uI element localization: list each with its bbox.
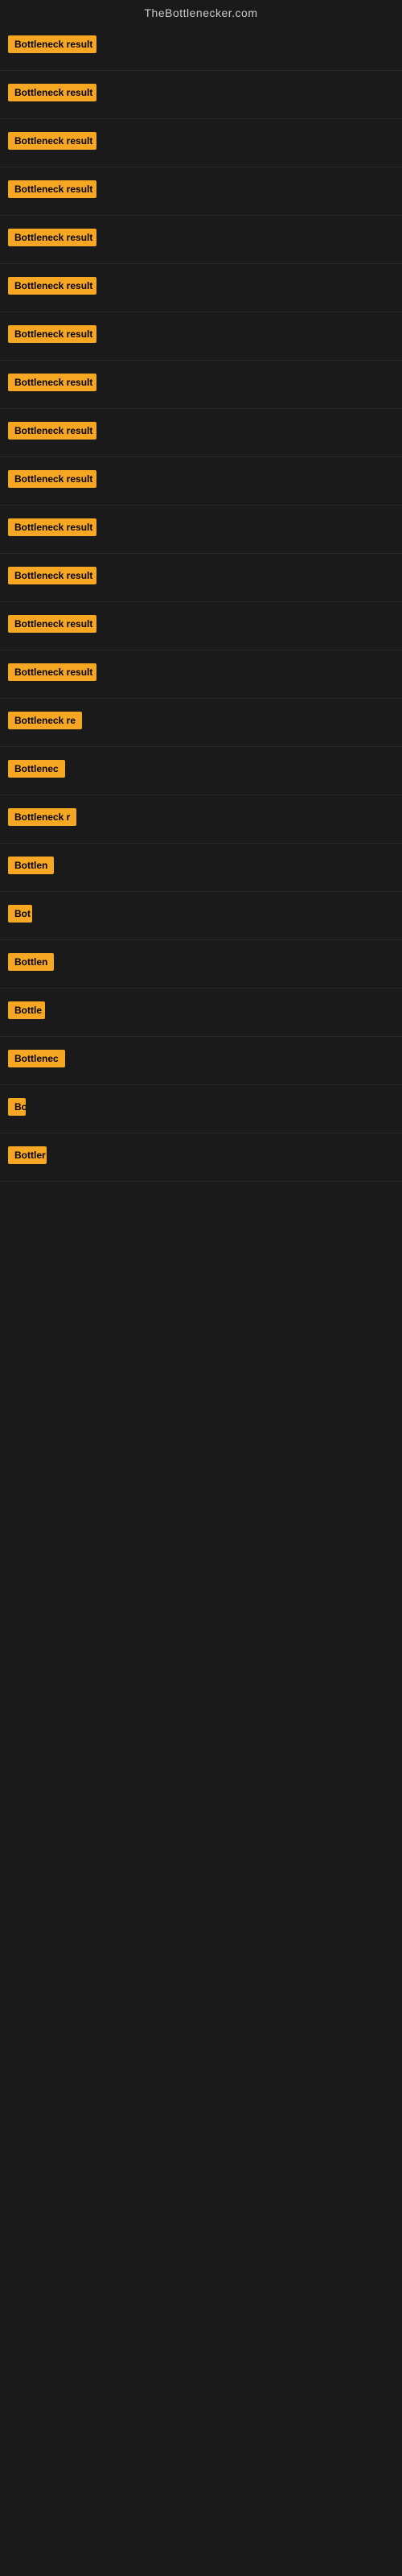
bottleneck-section-10: Bottleneck result <box>0 457 402 506</box>
bottleneck-section-21: Bottle <box>0 989 402 1037</box>
list-item: Bottleneck result <box>5 372 397 397</box>
bottleneck-section-16: Bottlenec <box>0 747 402 795</box>
bottleneck-badge-10[interactable]: Bottleneck result <box>8 470 96 488</box>
bottleneck-badge-20[interactable]: Bottlen <box>8 953 54 971</box>
bottleneck-section-6: Bottleneck result <box>0 264 402 312</box>
bottleneck-section-11: Bottleneck result <box>0 506 402 554</box>
bottleneck-section-3: Bottleneck result <box>0 119 402 167</box>
bottleneck-badge-14[interactable]: Bottleneck result <box>8 663 96 681</box>
bottleneck-badge-24[interactable]: Bottler <box>8 1146 47 1164</box>
bottleneck-section-1: Bottleneck result <box>0 23 402 71</box>
bottleneck-badge-19[interactable]: Bot <box>8 905 32 923</box>
bottleneck-section-12: Bottleneck result <box>0 554 402 602</box>
bottleneck-section-13: Bottleneck result <box>0 602 402 650</box>
bottleneck-section-22: Bottlenec <box>0 1037 402 1085</box>
bottleneck-section-20: Bottlen <box>0 940 402 989</box>
bottleneck-badge-4[interactable]: Bottleneck result <box>8 180 96 198</box>
bottleneck-section-8: Bottleneck result <box>0 361 402 409</box>
list-item: Bottlenec <box>5 1048 397 1073</box>
bottleneck-badge-8[interactable]: Bottleneck result <box>8 374 96 391</box>
bottleneck-section-4: Bottleneck result <box>0 167 402 216</box>
bottleneck-badge-22[interactable]: Bottlenec <box>8 1050 65 1067</box>
list-item: Bottleneck result <box>5 130 397 155</box>
list-item: Bottleneck result <box>5 34 397 59</box>
bottleneck-badge-23[interactable]: Bo <box>8 1098 26 1116</box>
bottleneck-section-9: Bottleneck result <box>0 409 402 457</box>
bottleneck-section-18: Bottlen <box>0 844 402 892</box>
bottleneck-badge-5[interactable]: Bottleneck result <box>8 229 96 246</box>
bottleneck-section-17: Bottleneck r <box>0 795 402 844</box>
list-item: Bottleneck result <box>5 613 397 638</box>
list-item: Bottlen <box>5 855 397 880</box>
bottleneck-section-2: Bottleneck result <box>0 71 402 119</box>
bottleneck-badge-16[interactable]: Bottlenec <box>8 760 65 778</box>
list-item: Bottlen <box>5 952 397 976</box>
list-item: Bot <box>5 903 397 928</box>
list-item: Bottleneck result <box>5 517 397 542</box>
list-item: Bo <box>5 1096 397 1121</box>
bottleneck-badge-3[interactable]: Bottleneck result <box>8 132 96 150</box>
list-item: Bottleneck re <box>5 710 397 735</box>
list-item: Bottlenec <box>5 758 397 783</box>
list-item: Bottler <box>5 1145 397 1170</box>
bottleneck-section-24: Bottler <box>0 1133 402 1182</box>
list-item: Bottleneck result <box>5 469 397 493</box>
bottleneck-badge-21[interactable]: Bottle <box>8 1001 45 1019</box>
bottleneck-badge-17[interactable]: Bottleneck r <box>8 808 76 826</box>
bottleneck-badge-6[interactable]: Bottleneck result <box>8 277 96 295</box>
list-item: Bottleneck result <box>5 420 397 445</box>
bottleneck-badge-15[interactable]: Bottleneck re <box>8 712 82 729</box>
list-item: Bottleneck result <box>5 565 397 590</box>
bottleneck-section-5: Bottleneck result <box>0 216 402 264</box>
bottleneck-section-23: Bo <box>0 1085 402 1133</box>
bottleneck-badge-13[interactable]: Bottleneck result <box>8 615 96 633</box>
list-item: Bottleneck result <box>5 662 397 687</box>
site-header: TheBottlenecker.com <box>0 0 402 23</box>
bottleneck-badge-2[interactable]: Bottleneck result <box>8 84 96 101</box>
bottleneck-badge-11[interactable]: Bottleneck result <box>8 518 96 536</box>
bottleneck-badge-9[interactable]: Bottleneck result <box>8 422 96 440</box>
bottleneck-section-7: Bottleneck result <box>0 312 402 361</box>
list-item: Bottleneck result <box>5 275 397 300</box>
list-item: Bottleneck r <box>5 807 397 832</box>
list-item: Bottleneck result <box>5 324 397 349</box>
bottleneck-section-14: Bottleneck result <box>0 650 402 699</box>
bottleneck-badge-12[interactable]: Bottleneck result <box>8 567 96 584</box>
list-item: Bottleneck result <box>5 227 397 252</box>
list-item: Bottleneck result <box>5 179 397 204</box>
list-item: Bottle <box>5 1000 397 1025</box>
bottleneck-section-19: Bot <box>0 892 402 940</box>
bottleneck-section-15: Bottleneck re <box>0 699 402 747</box>
bottleneck-badge-18[interactable]: Bottlen <box>8 857 54 874</box>
list-item: Bottleneck result <box>5 82 397 107</box>
bottleneck-badge-7[interactable]: Bottleneck result <box>8 325 96 343</box>
bottleneck-badge-1[interactable]: Bottleneck result <box>8 35 96 53</box>
